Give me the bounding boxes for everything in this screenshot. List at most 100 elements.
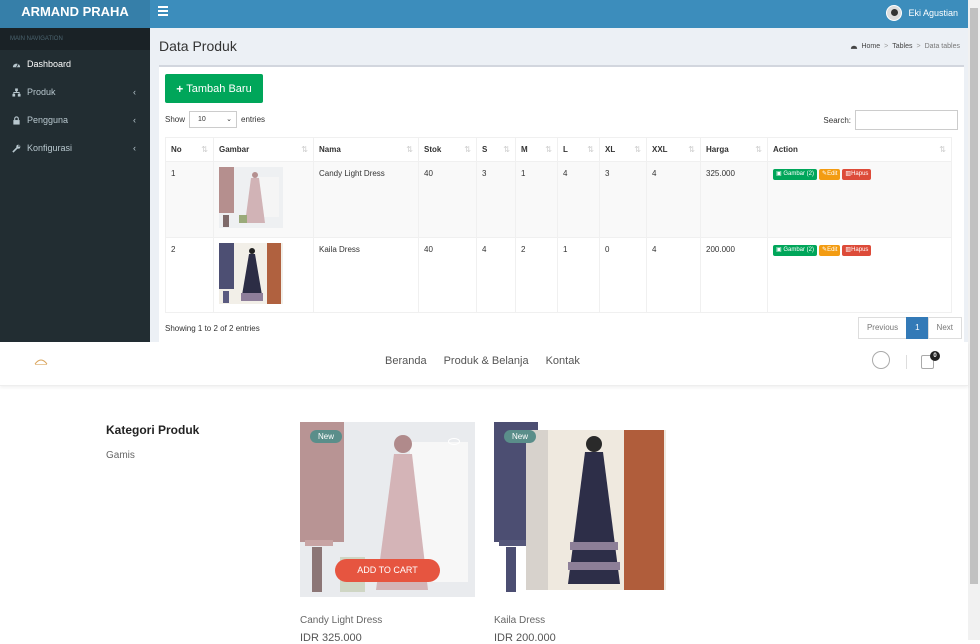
plus-icon: + <box>176 81 184 96</box>
menu-item-kontak[interactable]: Kontak <box>546 355 580 367</box>
col-header-xxl[interactable]: XXL ⇅ <box>646 137 701 162</box>
next-button[interactable]: Next <box>927 317 962 339</box>
dashboard-icon <box>851 45 858 49</box>
scrollbar[interactable] <box>968 0 980 640</box>
sidebar-item-produk[interactable]: Produk ‹ <box>0 78 150 106</box>
entries-value: 10 <box>198 116 206 123</box>
gallery-button[interactable]: ▣ Gambar (2) <box>773 245 818 256</box>
col-header-no[interactable]: No ⇅ <box>165 137 214 162</box>
admin-logo[interactable]: ARMAND PRAHA <box>0 0 150 28</box>
col-header-stok[interactable]: Stok ⇅ <box>418 137 477 162</box>
table-info: Showing 1 to 2 of 2 entries <box>165 324 260 333</box>
cell-xl: 3 <box>599 161 647 238</box>
cell-gambar <box>213 237 314 313</box>
page-button[interactable]: 1 <box>906 317 929 339</box>
menu-item-produk[interactable]: Produk & Belanja <box>444 355 529 367</box>
shop-logo[interactable] <box>33 356 49 366</box>
cell-xxl: 4 <box>646 237 701 313</box>
admin-panel: ARMAND PRAHA Eki Agustian MAIN NAVIGATIO… <box>0 0 968 355</box>
show-label: Show <box>165 115 186 124</box>
col-header-l[interactable]: L ⇅ <box>557 137 600 162</box>
cell-l: 4 <box>557 161 600 238</box>
chevron-left-icon: ‹ <box>133 115 136 125</box>
sidebar-item-pengguna[interactable]: Pengguna ‹ <box>0 106 150 134</box>
product-thumbnail[interactable] <box>219 167 283 228</box>
sidebar-item-label: Dashboard <box>27 59 72 69</box>
gallery-button[interactable]: ▣ Gambar (2) <box>773 169 818 180</box>
sort-icon: ⇅ <box>503 145 510 154</box>
quick-view-icon[interactable] <box>448 438 460 445</box>
product-image[interactable]: New <box>494 422 669 597</box>
sort-icon: ⇅ <box>939 145 946 154</box>
scrollbar-thumb[interactable] <box>970 8 978 584</box>
sort-icon: ⇅ <box>301 145 308 154</box>
user-menu[interactable]: Eki Agustian <box>886 4 958 22</box>
cell-no: 1 <box>165 161 214 238</box>
chevron-down-icon: ⌄ <box>226 116 233 123</box>
product-card[interactable]: New ADD TO CART Candy Light Dress IDR 32… <box>300 422 475 644</box>
account-icon[interactable] <box>872 351 890 369</box>
chevron-left-icon: ‹ <box>133 87 136 97</box>
col-header-m[interactable]: M ⇅ <box>515 137 558 162</box>
edit-button[interactable]: ✎Edit <box>819 245 841 256</box>
add-new-label: Tambah Baru <box>186 82 252 95</box>
sidebar-item-konfigurasi[interactable]: Konfigurasi ‹ <box>0 134 150 162</box>
breadcrumb: Home > Tables > Data tables <box>850 43 960 50</box>
sort-icon: ⇅ <box>587 145 594 154</box>
entries-control: Show 10 ⌄ entries <box>165 111 265 128</box>
cell-xxl: 4 <box>646 161 701 238</box>
sidebar-item-label: Konfigurasi <box>27 143 73 153</box>
delete-button[interactable]: ▥Hapus <box>842 245 872 256</box>
col-header-s[interactable]: S ⇅ <box>476 137 516 162</box>
shop-header: Beranda Produk & Belanja Kontak 0 <box>0 342 968 386</box>
avatar <box>886 5 903 21</box>
col-header-nama[interactable]: Nama ⇅ <box>313 137 419 162</box>
sidebar-item-dashboard[interactable]: Dashboard <box>0 50 150 78</box>
delete-button[interactable]: ▥Hapus <box>842 169 872 180</box>
entries-select[interactable]: 10 ⌄ <box>189 111 238 128</box>
breadcrumb-home[interactable]: Home <box>861 43 880 50</box>
main-menu: Beranda Produk & Belanja Kontak <box>385 355 580 367</box>
product-name[interactable]: Candy Light Dress <box>300 615 475 626</box>
breadcrumb-separator: > <box>884 43 889 50</box>
sort-asc-icon: ⇅ <box>201 145 208 154</box>
sidebar-item-label: Pengguna <box>27 115 69 125</box>
product-name[interactable]: Kaila Dress <box>494 615 669 626</box>
previous-button[interactable]: Previous <box>857 317 908 339</box>
add-to-cart-button[interactable]: ADD TO CART <box>335 559 440 582</box>
cart-count-badge: 0 <box>930 351 940 361</box>
admin-navbar: Eki Agustian <box>150 0 968 28</box>
breadcrumb-tables[interactable]: Tables <box>892 43 912 50</box>
sort-icon: ⇅ <box>545 145 552 154</box>
cell-harga: 325.000 <box>700 161 768 238</box>
breadcrumb-current: Data tables <box>924 43 960 50</box>
col-header-action[interactable]: Action ⇅ <box>767 137 952 162</box>
table-row: 2 Kaila Dress 40 4 2 1 0 4 200.000 ▣ Gam… <box>165 237 952 313</box>
product-image[interactable]: New ADD TO CART <box>300 422 475 597</box>
product-card[interactable]: New Kaila Dress IDR 200.000 <box>494 422 669 644</box>
cell-action: ▣ Gambar (2) ✎Edit ▥Hapus <box>767 161 952 238</box>
col-header-gambar[interactable]: Gambar ⇅ <box>213 137 314 162</box>
sidebar-toggle-icon[interactable] <box>158 6 168 16</box>
sidebar-header: MAIN NAVIGATION <box>0 28 150 50</box>
sitemap-icon <box>12 87 21 97</box>
dashboard-icon <box>12 62 21 67</box>
cell-stok: 40 <box>418 237 477 313</box>
menu-item-beranda[interactable]: Beranda <box>385 355 427 367</box>
col-header-xl[interactable]: XL ⇅ <box>599 137 647 162</box>
products-table: No ⇅ Gambar ⇅ Nama ⇅ Stok ⇅ S ⇅ M ⇅ L ⇅ XL ⇅ XXL… <box>165 137 952 313</box>
edit-button[interactable]: ✎Edit <box>819 169 841 180</box>
lock-icon <box>13 115 20 125</box>
entries-label: entries <box>241 115 266 124</box>
product-thumbnail[interactable] <box>219 243 283 304</box>
add-new-button[interactable]: + Tambah Baru <box>165 74 263 103</box>
header-divider <box>906 355 907 369</box>
col-header-harga[interactable]: Harga ⇅ <box>700 137 768 162</box>
category-item-gamis[interactable]: Gamis <box>106 450 135 461</box>
new-badge: New <box>504 430 537 443</box>
table-row: 1 Candy Light Dress 40 3 1 4 3 4 325.000… <box>165 161 952 238</box>
pagination: Previous 1 Next <box>857 317 962 339</box>
table-header-row: No ⇅ Gambar ⇅ Nama ⇅ Stok ⇅ S ⇅ M ⇅ L ⇅ XL ⇅ XXL… <box>165 137 952 162</box>
search-input[interactable] <box>855 110 958 130</box>
product-price: IDR 200.000 <box>494 632 556 644</box>
